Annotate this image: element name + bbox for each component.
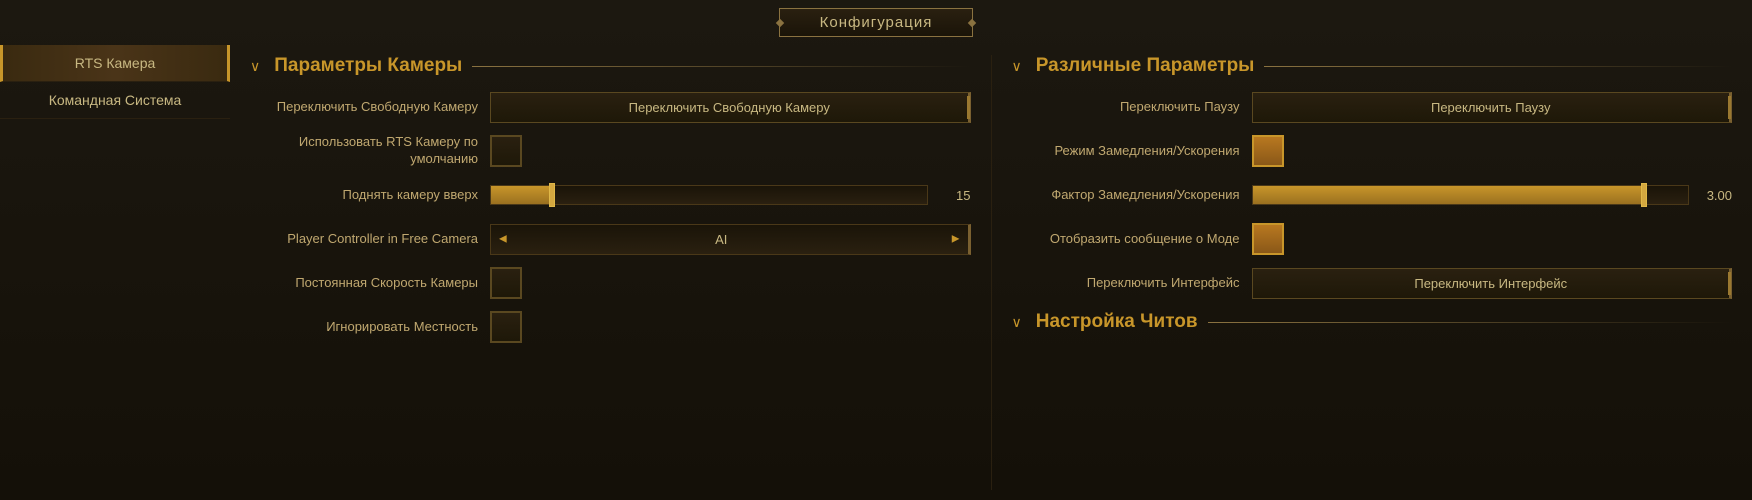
label-ignore-terrain: Игнорировать Местность xyxy=(250,319,490,336)
content-area: ∨ Параметры Камеры Переключить Свободную… xyxy=(230,45,1752,500)
title-bar: Конфигурация xyxy=(0,0,1752,45)
checkbox-display-mode[interactable] xyxy=(1252,223,1284,255)
main-container: Конфигурация RTS Камера Командная Систем… xyxy=(0,0,1752,500)
right-section-line xyxy=(1264,66,1732,67)
setting-row-display-mode: Отобразить сообщение о Моде xyxy=(1012,221,1733,257)
control-toggle-interface: Переключить Интерфейс xyxy=(1252,268,1733,299)
checkbox-constant-speed[interactable] xyxy=(490,267,522,299)
button-toggle-pause[interactable]: Переключить Паузу xyxy=(1252,92,1733,123)
dropdown-player-controller[interactable]: AI xyxy=(490,224,971,255)
label-slowdown-factor: Фактор Замедления/Ускорения xyxy=(1012,187,1252,204)
control-slowdown-mode xyxy=(1252,135,1733,167)
control-toggle-free-camera: Переключить Свободную Камеру xyxy=(490,92,971,123)
setting-row-toggle-pause: Переключить Паузу Переключить Паузу xyxy=(1012,89,1733,125)
setting-row-use-rts-default: Использовать RTS Камеру по умолчанию xyxy=(250,133,971,169)
checkbox-ignore-terrain[interactable] xyxy=(490,311,522,343)
right-panel: ∨ Различные Параметры Переключить Паузу … xyxy=(992,45,1752,500)
button-toggle-interface[interactable]: Переключить Интерфейс xyxy=(1252,268,1733,299)
sidebar-item-command-system[interactable]: Командная Система xyxy=(0,82,230,119)
setting-row-raise-camera: Поднять камеру вверх 15 xyxy=(250,177,971,213)
slider-value-raise-camera: 15 xyxy=(936,188,971,203)
slider-slowdown-factor[interactable] xyxy=(1252,185,1690,205)
checkbox-slowdown-mode[interactable] xyxy=(1252,135,1284,167)
label-constant-speed: Постоянная Скорость Камеры xyxy=(250,275,490,292)
label-slowdown-mode: Режим Замедления/Ускорения xyxy=(1012,143,1252,160)
left-panel: ∨ Параметры Камеры Переключить Свободную… xyxy=(230,45,991,500)
cheat-chevron-icon: ∨ xyxy=(1012,314,1022,331)
page-title: Конфигурация xyxy=(820,14,933,31)
setting-row-ignore-terrain: Игнорировать Местность xyxy=(250,309,971,345)
sidebar-item-rts-camera[interactable]: RTS Камера xyxy=(0,45,230,82)
setting-row-toggle-interface: Переключить Интерфейс Переключить Интерф… xyxy=(1012,265,1733,301)
slider-raise-camera[interactable] xyxy=(490,185,928,205)
left-section-header: ∨ Параметры Камеры xyxy=(250,55,971,77)
slider-value-slowdown-factor: 3.00 xyxy=(1697,188,1732,203)
label-use-rts-default: Использовать RTS Камеру по умолчанию xyxy=(250,134,490,168)
control-toggle-pause: Переключить Паузу xyxy=(1252,92,1733,123)
left-section-title: Параметры Камеры xyxy=(274,55,462,77)
control-constant-speed xyxy=(490,267,971,299)
right-section-title: Различные Параметры xyxy=(1036,55,1255,77)
setting-row-constant-speed: Постоянная Скорость Камеры xyxy=(250,265,971,301)
control-slowdown-factor: 3.00 xyxy=(1252,185,1733,205)
right-chevron-icon: ∨ xyxy=(1012,58,1022,75)
checkbox-use-rts-default[interactable] xyxy=(490,135,522,167)
label-raise-camera: Поднять камеру вверх xyxy=(250,187,490,204)
control-raise-camera: 15 xyxy=(490,185,971,205)
label-toggle-interface: Переключить Интерфейс xyxy=(1012,275,1252,292)
slider-container-slowdown-factor: 3.00 xyxy=(1252,185,1733,205)
setting-row-toggle-free-camera: Переключить Свободную Камеру Переключить… xyxy=(250,89,971,125)
label-player-controller: Player Controller in Free Camera xyxy=(250,231,490,248)
label-display-mode: Отобразить сообщение о Моде xyxy=(1012,231,1252,248)
setting-row-slowdown-mode: Режим Замедления/Ускорения xyxy=(1012,133,1733,169)
slider-fill-slowdown-factor xyxy=(1253,186,1645,204)
title-badge: Конфигурация xyxy=(779,8,974,37)
slider-thumb-slowdown-factor xyxy=(1641,183,1647,207)
sidebar: RTS Камера Командная Система xyxy=(0,45,230,119)
setting-row-player-controller: Player Controller in Free Camera AI xyxy=(250,221,971,257)
cheat-section-header: ∨ Настройка Читов xyxy=(1012,311,1733,333)
cheat-section-line xyxy=(1208,322,1732,323)
slider-thumb-raise-camera xyxy=(549,183,555,207)
right-section-header: ∨ Различные Параметры xyxy=(1012,55,1733,77)
control-ignore-terrain xyxy=(490,311,971,343)
control-use-rts-default xyxy=(490,135,971,167)
cheat-section-title: Настройка Читов xyxy=(1036,311,1198,333)
button-toggle-free-camera[interactable]: Переключить Свободную Камеру xyxy=(490,92,971,123)
left-section-line xyxy=(472,66,970,67)
label-toggle-pause: Переключить Паузу xyxy=(1012,99,1252,116)
slider-container-raise-camera: 15 xyxy=(490,185,971,205)
control-display-mode xyxy=(1252,223,1733,255)
setting-row-slowdown-factor: Фактор Замедления/Ускорения 3.00 xyxy=(1012,177,1733,213)
control-player-controller: AI xyxy=(490,224,971,255)
label-toggle-free-camera: Переключить Свободную Камеру xyxy=(250,99,490,116)
slider-fill-raise-camera xyxy=(491,186,552,204)
left-chevron-icon: ∨ xyxy=(250,58,260,75)
